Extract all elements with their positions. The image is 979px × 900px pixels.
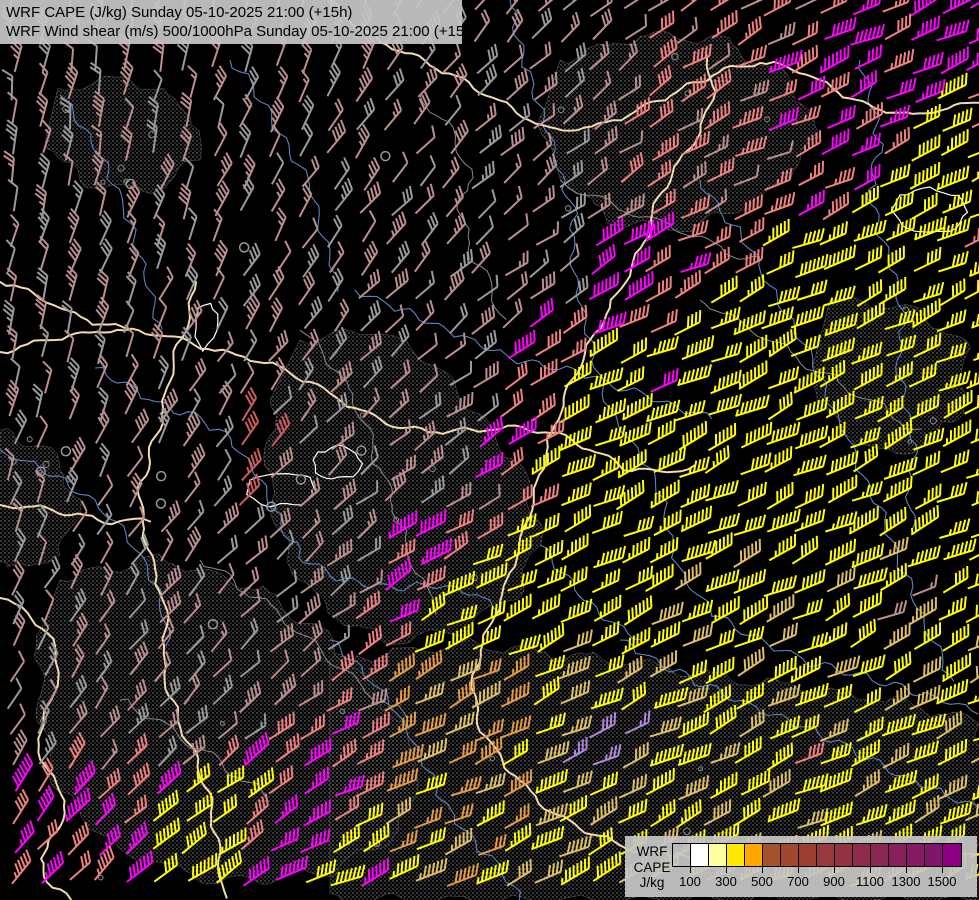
title-line-shear: WRF Wind shear (m/s) 500/1000hPa Sunday … bbox=[6, 22, 462, 41]
legend-swatch bbox=[727, 844, 745, 866]
legend-label-cape: CAPE bbox=[631, 860, 673, 875]
legend-swatch bbox=[763, 844, 781, 866]
legend-tick bbox=[690, 867, 691, 873]
legend-swatch bbox=[871, 844, 889, 866]
title-box: WRF CAPE (J/kg) Sunday 05-10-2025 21:00 … bbox=[0, 0, 462, 44]
legend-swatch bbox=[925, 844, 943, 866]
legend-swatch bbox=[889, 844, 907, 866]
title-line-cape: WRF CAPE (J/kg) Sunday 05-10-2025 21:00 … bbox=[6, 3, 462, 22]
legend-tick bbox=[942, 867, 943, 873]
legend-swatch bbox=[835, 844, 853, 866]
cape-legend: WRF CAPE J/kg 10030050070090011001300150… bbox=[625, 836, 977, 897]
legend-swatch bbox=[673, 844, 691, 866]
legend-label-wrf: WRF bbox=[631, 844, 673, 859]
legend-swatch bbox=[943, 844, 961, 866]
legend-swatch bbox=[781, 844, 799, 866]
legend-swatch bbox=[907, 844, 925, 866]
legend-tick-label: 1500 bbox=[920, 874, 964, 889]
legend-tick bbox=[906, 867, 907, 873]
legend-swatch bbox=[709, 844, 727, 866]
legend-tick bbox=[798, 867, 799, 873]
wrf-weather-map-page: WRF CAPE (J/kg) Sunday 05-10-2025 21:00 … bbox=[0, 0, 979, 900]
legend-swatch bbox=[691, 844, 709, 866]
legend-label-unit: J/kg bbox=[631, 875, 673, 890]
legend-swatch bbox=[817, 844, 835, 866]
legend-swatch bbox=[799, 844, 817, 866]
weather-map-canvas bbox=[0, 0, 979, 900]
legend-tick bbox=[870, 867, 871, 873]
legend-tick bbox=[834, 867, 835, 873]
legend-color-scale bbox=[672, 843, 962, 867]
legend-swatch bbox=[745, 844, 763, 866]
legend-tick bbox=[726, 867, 727, 873]
legend-swatch bbox=[853, 844, 871, 866]
legend-tick bbox=[762, 867, 763, 873]
